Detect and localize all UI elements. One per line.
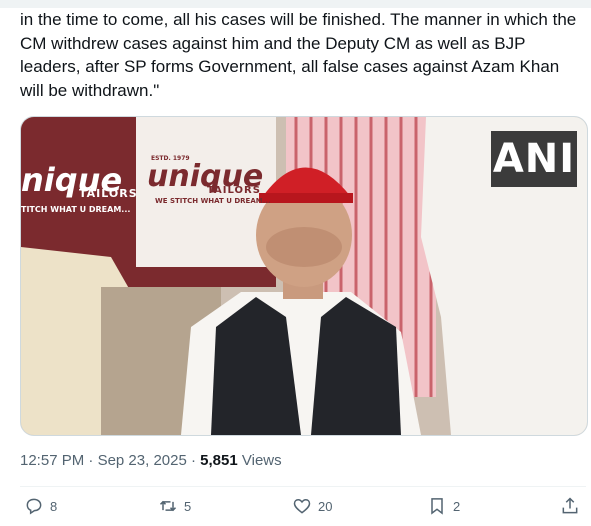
tweet-video[interactable]: nique TAILORS TITCH WHAT U DREAM... ESTD… xyxy=(20,116,588,436)
banner-left-sub: TAILORS xyxy=(79,187,138,200)
bookmark-button[interactable]: 2 xyxy=(427,496,460,516)
tweet-text: in the time to come, all his cases will … xyxy=(20,10,577,100)
ani-watermark: ANI xyxy=(491,131,577,187)
views-count: 5,851 xyxy=(200,452,238,469)
heart-icon xyxy=(293,498,311,514)
reply-count: 8 xyxy=(50,498,58,514)
share-icon xyxy=(562,497,578,514)
bookmark-count: 2 xyxy=(453,498,461,514)
divider xyxy=(20,486,586,487)
views-label: Views xyxy=(241,452,282,469)
repost-count: 5 xyxy=(184,498,192,514)
bookmark-icon xyxy=(431,498,443,515)
repost-icon xyxy=(159,500,177,512)
reply-icon xyxy=(26,498,42,515)
meta-separator-2: · xyxy=(190,452,196,469)
reply-button[interactable]: 8 xyxy=(24,496,57,516)
action-bar: 8 5 20 2 xyxy=(20,496,586,526)
banner-right-slogan: WE STITCH WHAT U DREAM... xyxy=(155,197,271,205)
banner-left-slogan: TITCH WHAT U DREAM... xyxy=(21,205,131,214)
tweet-meta: 12:57 PM · Sep 23, 2025 · 5,851 Views xyxy=(20,452,282,469)
previous-tweet-edge xyxy=(0,0,591,8)
like-button[interactable]: 20 xyxy=(292,496,332,516)
tweet-date[interactable]: Sep 23, 2025 xyxy=(98,452,187,469)
share-button[interactable] xyxy=(560,496,580,516)
like-count: 20 xyxy=(318,498,333,514)
banner-right-sub: TAILORS xyxy=(207,185,261,196)
tweet-time[interactable]: 12:57 PM xyxy=(20,452,84,469)
meta-separator: · xyxy=(88,452,94,469)
repost-button[interactable]: 5 xyxy=(158,496,191,516)
